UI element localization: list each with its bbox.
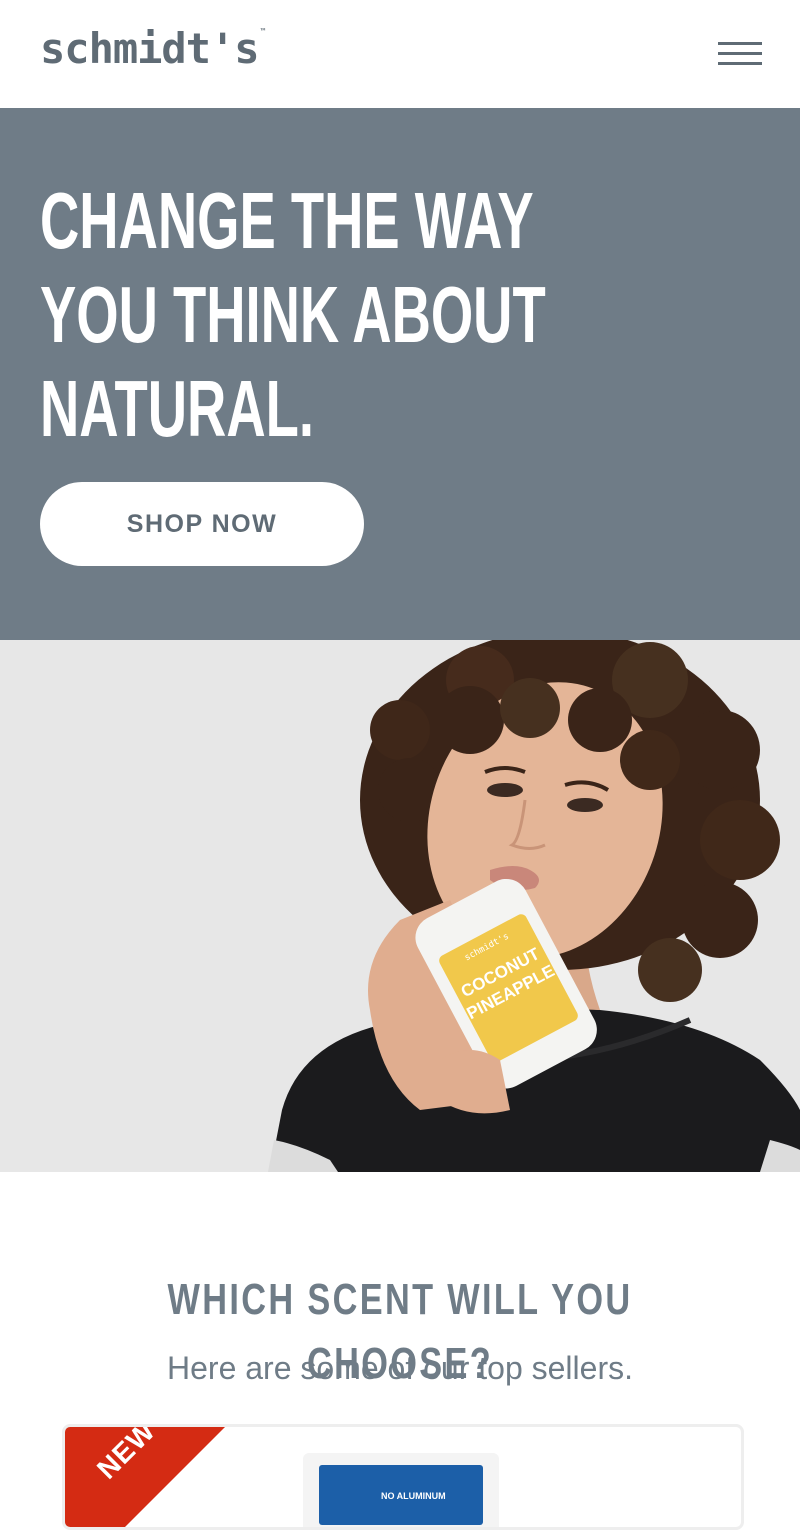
logo-text: schmidt's [40, 24, 260, 73]
hero-title-line-3: NATURAL. [40, 364, 314, 453]
hero-title-line-2: YOU THINK ABOUT [40, 270, 546, 359]
product-label: NO ALUMINUM [319, 1465, 483, 1525]
product-card[interactable]: NEW NO ALUMINUM [62, 1424, 744, 1530]
menu-bar-middle [718, 52, 762, 55]
trademark-symbol: ™ [260, 27, 266, 36]
hero-banner: CHANGE THE WAY YOU THINK ABOUT NATURAL. … [0, 108, 800, 640]
menu-bar-top [718, 42, 762, 45]
product-label-text: NO ALUMINUM [381, 1491, 446, 1501]
menu-bar-bottom [718, 62, 762, 65]
shop-now-button[interactable]: SHOP NOW [40, 482, 364, 566]
section-subtitle: Here are some of our top sellers. [167, 1350, 633, 1386]
hero-photo: COCONUT PINEAPPLE schmidt's [0, 640, 800, 1172]
model-with-deodorant-image: COCONUT PINEAPPLE schmidt's [0, 640, 800, 1172]
hamburger-menu-icon[interactable] [718, 42, 762, 72]
site-header: schmidt's ™ [0, 0, 800, 108]
hero-title-line-1: CHANGE THE WAY [40, 176, 534, 265]
brand-logo[interactable]: schmidt's ™ [40, 28, 265, 70]
hero-title: CHANGE THE WAY YOU THINK ABOUT NATURAL. [40, 174, 546, 456]
